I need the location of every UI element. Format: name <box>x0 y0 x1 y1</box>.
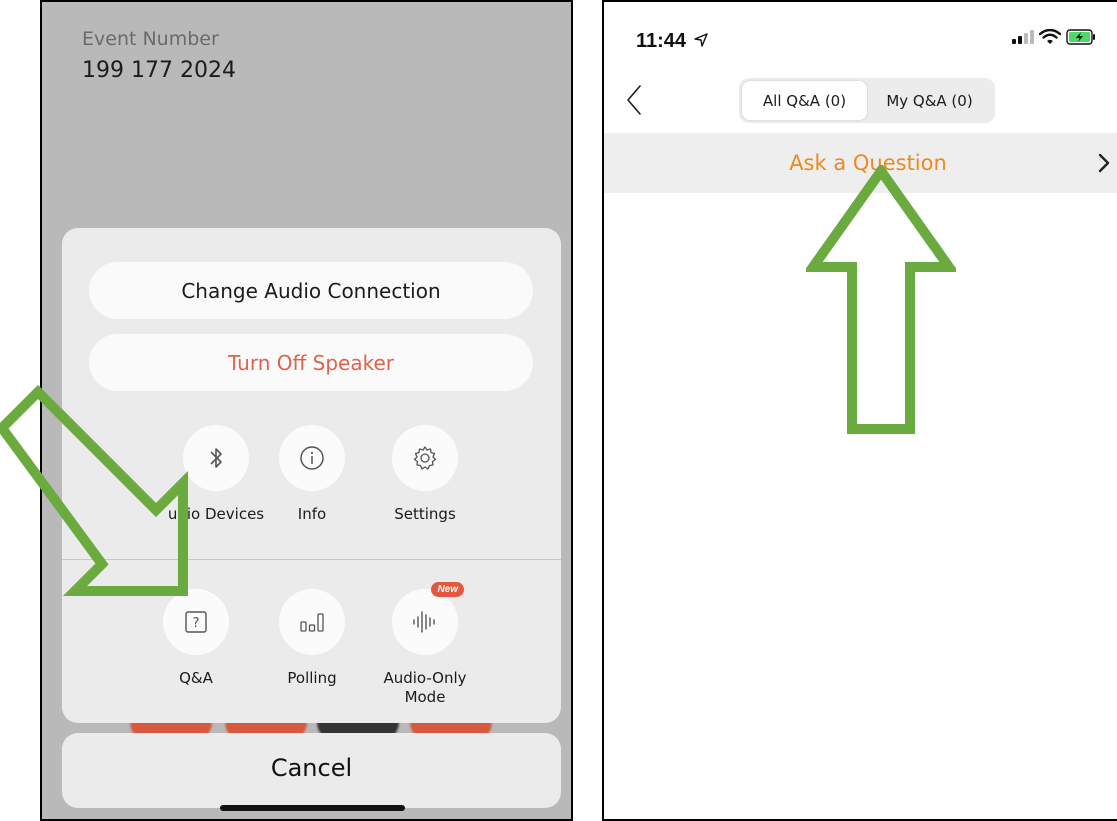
info-icon <box>300 446 324 470</box>
qa-option[interactable]: ? Q&A <box>136 589 256 688</box>
audio-only-mode-label: Audio-Only Mode <box>365 669 485 707</box>
audio-only-circle[interactable]: New <box>392 582 464 655</box>
bar-chart-icon <box>300 613 324 632</box>
settings-label: Settings <box>394 505 456 523</box>
gear-icon <box>413 446 437 470</box>
annotation-arrow-up <box>806 165 956 434</box>
svg-text:?: ? <box>193 616 200 631</box>
back-chevron-icon[interactable] <box>626 84 642 116</box>
polling-option[interactable]: Polling <box>252 589 372 688</box>
info-option[interactable]: Info <box>252 425 372 524</box>
audio-only-label-line1: Audio-Only <box>383 669 467 687</box>
audio-only-mode-option[interactable]: New Audio-Only Mode <box>365 582 485 707</box>
event-number-label: Event Number <box>82 28 219 50</box>
settings-circle[interactable] <box>392 425 458 491</box>
cancel-button[interactable]: Cancel <box>62 733 561 808</box>
info-circle[interactable] <box>279 425 345 491</box>
status-icons <box>1012 29 1096 45</box>
signal-icon <box>1012 30 1034 44</box>
new-badge: New <box>431 582 464 597</box>
info-label: Info <box>297 505 327 523</box>
wifi-icon <box>1039 29 1061 44</box>
question-icon: ? <box>185 611 207 633</box>
bluetooth-icon <box>210 448 222 468</box>
battery-charging-icon <box>1066 29 1095 45</box>
qa-label: Q&A <box>179 669 213 687</box>
status-time-text: 11:44 <box>636 30 687 52</box>
waveform-icon <box>413 611 435 633</box>
tab-all-qa[interactable]: All Q&A (0) <box>742 81 867 120</box>
change-audio-connection-button[interactable]: Change Audio Connection <box>89 262 533 319</box>
polling-circle[interactable] <box>279 589 345 655</box>
tab-my-qa[interactable]: My Q&A (0) <box>867 81 992 120</box>
home-indicator <box>220 805 405 811</box>
event-number-value: 199 177 2024 <box>82 58 236 83</box>
status-time: 11:44 <box>636 30 708 53</box>
annotation-arrow-down-right <box>0 384 188 596</box>
right-phone-screen: 11:44 All Q&A (0) My Q&A (0) Ask a Quest… <box>602 0 1117 821</box>
qa-segmented-control: All Q&A (0) My Q&A (0) <box>739 78 995 123</box>
polling-label: Polling <box>287 669 337 687</box>
chevron-right-icon <box>1098 153 1110 173</box>
settings-option[interactable]: Settings <box>365 425 485 524</box>
audio-only-label-line2: Mode <box>404 688 446 706</box>
location-arrow-icon <box>693 33 708 47</box>
